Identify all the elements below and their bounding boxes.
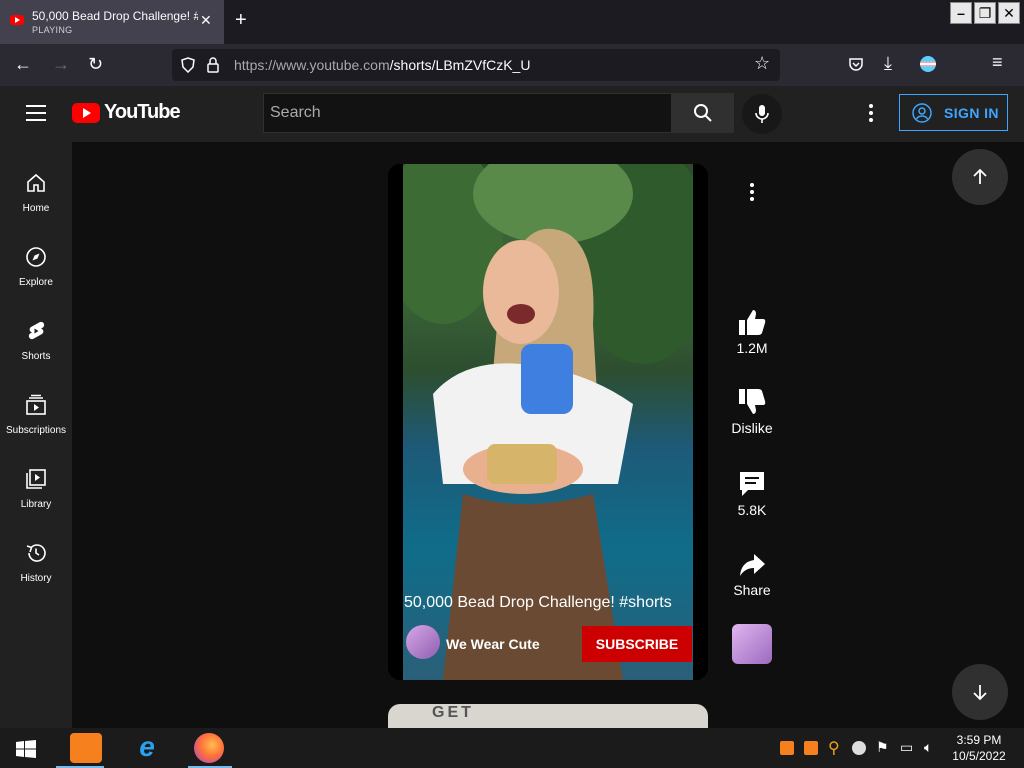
history-icon bbox=[26, 544, 46, 562]
hamburger-menu-icon[interactable]: ≡ bbox=[992, 52, 1003, 73]
minimize-icon[interactable]: – bbox=[950, 2, 972, 24]
forward-icon[interactable]: → bbox=[52, 54, 70, 75]
search-box[interactable] bbox=[263, 93, 672, 133]
arrow-down-icon bbox=[973, 685, 987, 701]
internet-explorer-icon[interactable]: e bbox=[132, 732, 162, 762]
tab-strip: 50,000 Bead Drop Challenge! #shorts PLAY… bbox=[0, 0, 1024, 44]
more-options-icon[interactable] bbox=[744, 180, 760, 204]
comments-button[interactable]: 5.8K bbox=[722, 470, 782, 518]
account-avatar-icon[interactable] bbox=[920, 56, 936, 72]
flag-tray-icon[interactable]: ⚑ bbox=[876, 739, 889, 756]
thumbs-down-icon bbox=[739, 389, 766, 414]
home-icon bbox=[27, 173, 45, 192]
xampp-tray-icon[interactable] bbox=[804, 741, 818, 755]
channel-thumbnail[interactable] bbox=[732, 624, 772, 664]
like-button[interactable]: 1.2M bbox=[722, 308, 782, 356]
share-label: Share bbox=[733, 582, 771, 598]
shorts-icon bbox=[28, 321, 45, 340]
status-tray-icon[interactable] bbox=[852, 741, 866, 755]
next-short-text: GET bbox=[432, 704, 474, 721]
sidebar-item-label: Library bbox=[20, 499, 52, 510]
tab-title: 50,000 Bead Drop Challenge! #shorts bbox=[32, 9, 198, 23]
browser-tab[interactable]: 50,000 Bead Drop Challenge! #shorts PLAY… bbox=[0, 0, 224, 44]
dislike-button[interactable]: Dislike bbox=[722, 388, 782, 436]
sign-in-button[interactable]: SIGN IN bbox=[899, 94, 1008, 131]
user-circle-icon bbox=[912, 103, 932, 123]
library-icon bbox=[26, 469, 46, 489]
sidebar-item-label: Explore bbox=[19, 277, 53, 288]
sign-in-label: SIGN IN bbox=[944, 105, 999, 121]
sidebar-item-label: Home bbox=[22, 203, 50, 214]
new-tab-icon[interactable]: + bbox=[235, 9, 247, 32]
sidebar-item-explore[interactable]: Explore bbox=[0, 226, 72, 300]
short-title[interactable]: 50,000 Bead Drop Challenge! #shorts bbox=[404, 594, 672, 612]
address-bar[interactable]: https://www.youtube.com/shorts/LBmZVfCzK… bbox=[172, 49, 780, 81]
guide-menu-icon[interactable] bbox=[26, 105, 46, 121]
sidebar-item-home[interactable]: Home bbox=[0, 152, 72, 226]
xampp-app-icon[interactable] bbox=[70, 733, 102, 763]
system-clock[interactable]: 3:59 PM 10/5/2022 bbox=[944, 732, 1014, 764]
download-icon[interactable]: ⤓ bbox=[884, 53, 892, 74]
bookmark-star-icon[interactable]: ☆ bbox=[754, 53, 770, 74]
dislike-label: Dislike bbox=[731, 420, 773, 436]
url-text[interactable]: https://www.youtube.com/shorts/LBmZVfCzK… bbox=[234, 57, 530, 73]
share-button[interactable]: Share bbox=[722, 552, 782, 598]
search-button[interactable] bbox=[672, 93, 734, 133]
reload-icon[interactable]: ↻ bbox=[88, 54, 103, 75]
youtube-header: YouTube SIGN IN bbox=[0, 86, 1024, 142]
clock-time: 3:59 PM bbox=[956, 733, 1002, 747]
restore-icon[interactable]: ❐ bbox=[974, 2, 996, 24]
volume-tray-icon[interactable]: 🔈︎ bbox=[924, 739, 932, 756]
xampp-tray-icon[interactable] bbox=[780, 741, 794, 755]
share-arrow-icon bbox=[740, 554, 765, 576]
tab-close-icon[interactable]: ✕ bbox=[200, 12, 212, 29]
search-tray-icon[interactable]: ⚲ bbox=[828, 738, 840, 758]
lock-icon[interactable] bbox=[206, 57, 220, 73]
channel-avatar[interactable] bbox=[406, 625, 440, 659]
sidebar-item-history[interactable]: History bbox=[0, 522, 72, 596]
channel-name[interactable]: We Wear Cute bbox=[446, 636, 540, 652]
sidebar-item-label: Shorts bbox=[21, 351, 51, 362]
arrow-up-icon bbox=[973, 168, 987, 184]
back-icon[interactable]: ← bbox=[14, 54, 32, 75]
tab-status: PLAYING bbox=[32, 25, 73, 35]
navigation-bar: ← → ↻ https://www.youtube.com/shorts/LBm… bbox=[0, 44, 1024, 86]
mini-guide-sidebar: Home Explore Shorts Subscriptions Librar… bbox=[0, 142, 72, 728]
network-tray-icon[interactable]: ▭ bbox=[900, 739, 913, 756]
compass-icon bbox=[26, 247, 46, 267]
next-short-preview[interactable]: GET bbox=[388, 704, 708, 728]
like-count: 1.2M bbox=[736, 340, 768, 356]
previous-short-button[interactable] bbox=[952, 149, 1008, 205]
youtube-logo-text[interactable]: YouTube bbox=[104, 101, 181, 124]
windows-start-icon[interactable] bbox=[16, 740, 36, 758]
microphone-icon bbox=[755, 105, 769, 123]
firefox-app-icon[interactable] bbox=[194, 733, 224, 763]
subscribe-button[interactable]: SUBSCRIBE bbox=[582, 626, 692, 662]
search-icon bbox=[694, 104, 712, 122]
thumbs-up-icon bbox=[739, 310, 766, 335]
settings-more-icon[interactable] bbox=[862, 102, 880, 124]
sidebar-item-subscriptions[interactable]: Subscriptions bbox=[0, 374, 72, 448]
sidebar-item-label: History bbox=[20, 573, 52, 584]
sidebar-item-label: Subscriptions bbox=[5, 425, 67, 436]
windows-taskbar: e ⚲ ⚑ ▭ 🔈︎ 3:59 PM 10/5/2022 bbox=[0, 728, 1024, 768]
clock-date: 10/5/2022 bbox=[952, 749, 1006, 763]
sidebar-item-shorts[interactable]: Shorts bbox=[0, 300, 72, 374]
youtube-favicon-icon bbox=[10, 15, 24, 25]
shield-icon[interactable] bbox=[180, 57, 196, 73]
youtube-logo-icon[interactable] bbox=[72, 103, 100, 123]
next-short-button[interactable] bbox=[952, 664, 1008, 720]
search-input[interactable] bbox=[264, 94, 671, 132]
pocket-icon[interactable] bbox=[848, 56, 864, 72]
voice-search-button[interactable] bbox=[742, 94, 782, 134]
window-close-icon[interactable]: ✕ bbox=[998, 2, 1020, 24]
comment-count: 5.8K bbox=[737, 502, 767, 518]
comment-icon bbox=[740, 472, 764, 496]
sidebar-item-library[interactable]: Library bbox=[0, 448, 72, 522]
subscriptions-icon bbox=[26, 394, 46, 415]
shorts-player[interactable]: 50,000 Bead Drop Challenge! #shorts We W… bbox=[388, 164, 708, 680]
